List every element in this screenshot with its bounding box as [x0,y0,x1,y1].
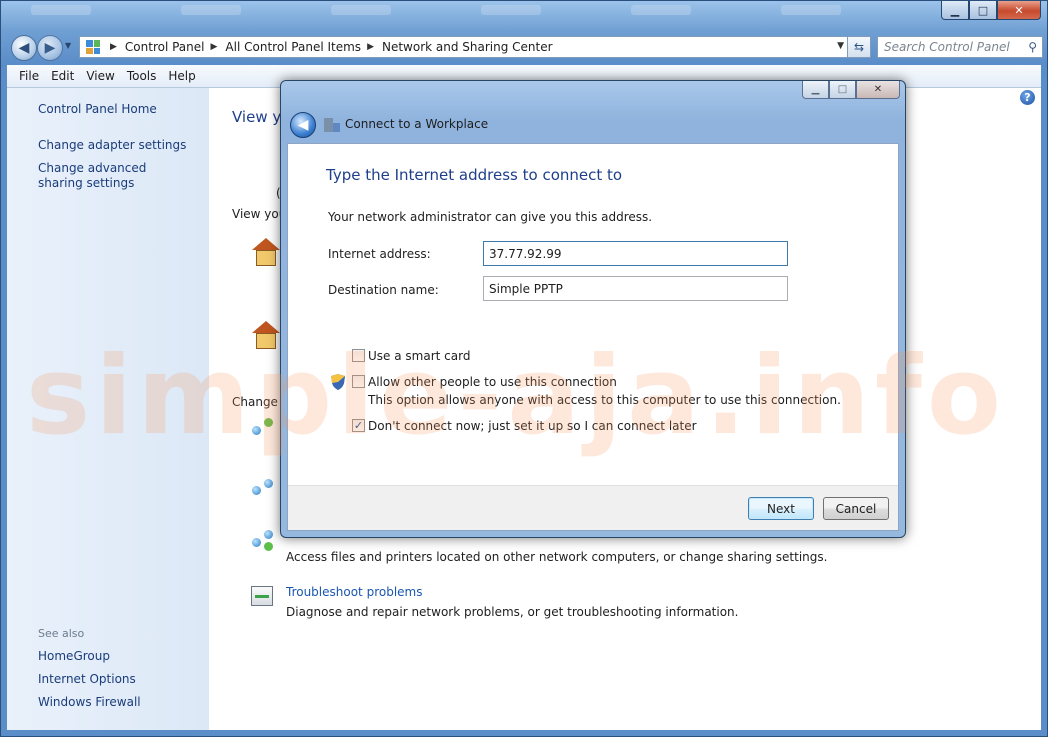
maximize-button[interactable]: □ [969,1,997,20]
dialog-maximize-button[interactable]: □ [829,81,856,99]
homegroup-sharing-icon [252,530,276,552]
allow-others-checkbox[interactable] [352,375,365,388]
menu-help[interactable]: Help [162,69,201,83]
allow-others-description: This option allows anyone with access to… [368,393,841,407]
smart-card-checkbox[interactable] [352,349,365,362]
troubleshoot-problems-link[interactable]: Troubleshoot problems [286,585,422,599]
next-button[interactable]: Next [748,497,814,520]
dialog-back-button[interactable]: ◀ [290,112,316,138]
refresh-icon: ⇆ [853,40,865,54]
window-caption-buttons: ▁ □ ✕ [941,1,1041,20]
breadcrumb-separator-icon[interactable]: ▶ [367,42,374,52]
close-button[interactable]: ✕ [997,1,1041,20]
home-network-icon [252,238,280,268]
minimize-button[interactable]: ▁ [941,1,969,20]
control-panel-icon [86,40,100,54]
home-network-icon [252,321,280,351]
new-connection-icon [252,418,276,440]
search-placeholder: Search Control Panel [884,40,1010,54]
dialog-body: Type the Internet address to connect to … [287,143,899,531]
troubleshoot-description: Diagnose and repair network problems, or… [286,605,739,619]
windows-firewall-link[interactable]: Windows Firewall [38,695,141,710]
taskbar-reflection [31,5,847,21]
menu-tools[interactable]: Tools [121,69,163,83]
change-advanced-sharing-link[interactable]: Change advanced sharing settings [38,161,188,191]
address-bar[interactable]: ▶ Control Panel ▶ All Control Panel Item… [79,36,849,58]
troubleshoot-icon [251,586,273,606]
dialog-caption-buttons: ▁ □ ✕ [802,81,900,99]
back-button[interactable]: ◀ [11,35,37,61]
smart-card-label: Use a smart card [368,349,471,363]
breadcrumb-separator-icon[interactable]: ▶ [110,42,117,52]
dont-connect-now-checkbox[interactable]: ✓ [352,419,365,432]
search-input[interactable]: Search Control Panel ⚲ [877,36,1043,58]
see-also-heading: See also [38,627,85,640]
internet-options-link[interactable]: Internet Options [38,672,136,687]
connect-network-icon [252,476,276,498]
internet-address-label: Internet address: [328,247,431,261]
active-networks-heading: View you [232,207,287,221]
address-dropdown-icon[interactable]: ▼ [837,41,844,51]
workplace-connection-icon [324,116,340,132]
menu-file[interactable]: File [13,69,45,83]
control-panel-home-link[interactable]: Control Panel Home [38,102,157,117]
menu-view[interactable]: View [80,69,120,83]
destination-name-label: Destination name: [328,283,439,297]
refresh-button[interactable]: ⇆ [847,36,871,58]
left-nav-pane: Control Panel Home Change adapter settin… [7,88,209,730]
cancel-button[interactable]: Cancel [823,497,889,520]
dialog-title: Connect to a Workplace [345,117,489,131]
destination-name-field[interactable] [483,276,788,301]
sharing-options-description: Access files and printers located on oth… [286,550,828,564]
dialog-footer: Next Cancel [288,485,898,530]
recent-pages-dropdown-icon[interactable]: ▼ [65,41,71,50]
search-icon[interactable]: ⚲ [1028,40,1037,54]
dialog-minimize-button[interactable]: ▁ [802,81,829,99]
connect-workplace-dialog: ▁ □ ✕ ◀ Connect to a Workplace Type the … [280,80,906,538]
dialog-intro-text: Your network administrator can give you … [328,210,653,224]
dont-connect-now-label: Don't connect now; just set it up so I c… [368,419,697,433]
menu-edit[interactable]: Edit [45,69,80,83]
dialog-heading: Type the Internet address to connect to [326,166,623,184]
help-icon[interactable]: ? [1020,90,1035,105]
dialog-close-button[interactable]: ✕ [856,81,900,99]
uac-shield-icon [331,374,345,390]
breadcrumb-all-items[interactable]: All Control Panel Items [225,40,361,54]
forward-button[interactable]: ▶ [37,35,63,61]
internet-address-field[interactable] [483,241,788,266]
window-titlebar: ▁ □ ✕ [1,1,1047,31]
breadcrumb-separator-icon[interactable]: ▶ [211,42,218,52]
breadcrumb-control-panel[interactable]: Control Panel [125,40,205,54]
breadcrumb-network-sharing[interactable]: Network and Sharing Center [382,40,553,54]
allow-others-label: Allow other people to use this connectio… [368,375,617,389]
navigation-bar: ◀ ▶ ▼ ▶ Control Panel ▶ All Control Pane… [7,33,1043,61]
change-adapter-settings-link[interactable]: Change adapter settings [38,138,186,153]
homegroup-link[interactable]: HomeGroup [38,649,110,664]
